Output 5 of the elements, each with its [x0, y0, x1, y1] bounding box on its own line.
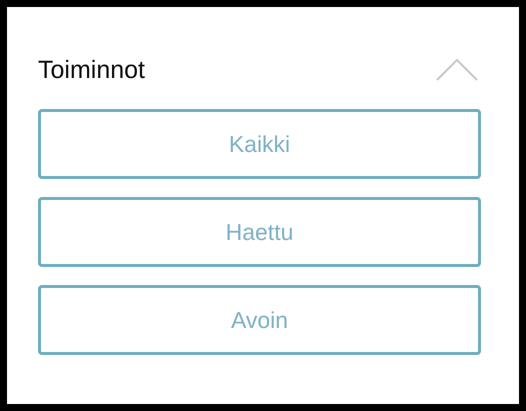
collapse-chevron-icon[interactable]: [435, 58, 479, 82]
filter-button[interactable]: Kaikki: [38, 109, 481, 179]
panel-title: Toiminnot: [38, 56, 145, 84]
filter-button[interactable]: Haettu: [38, 197, 481, 267]
filter-button[interactable]: Avoin: [38, 285, 481, 355]
